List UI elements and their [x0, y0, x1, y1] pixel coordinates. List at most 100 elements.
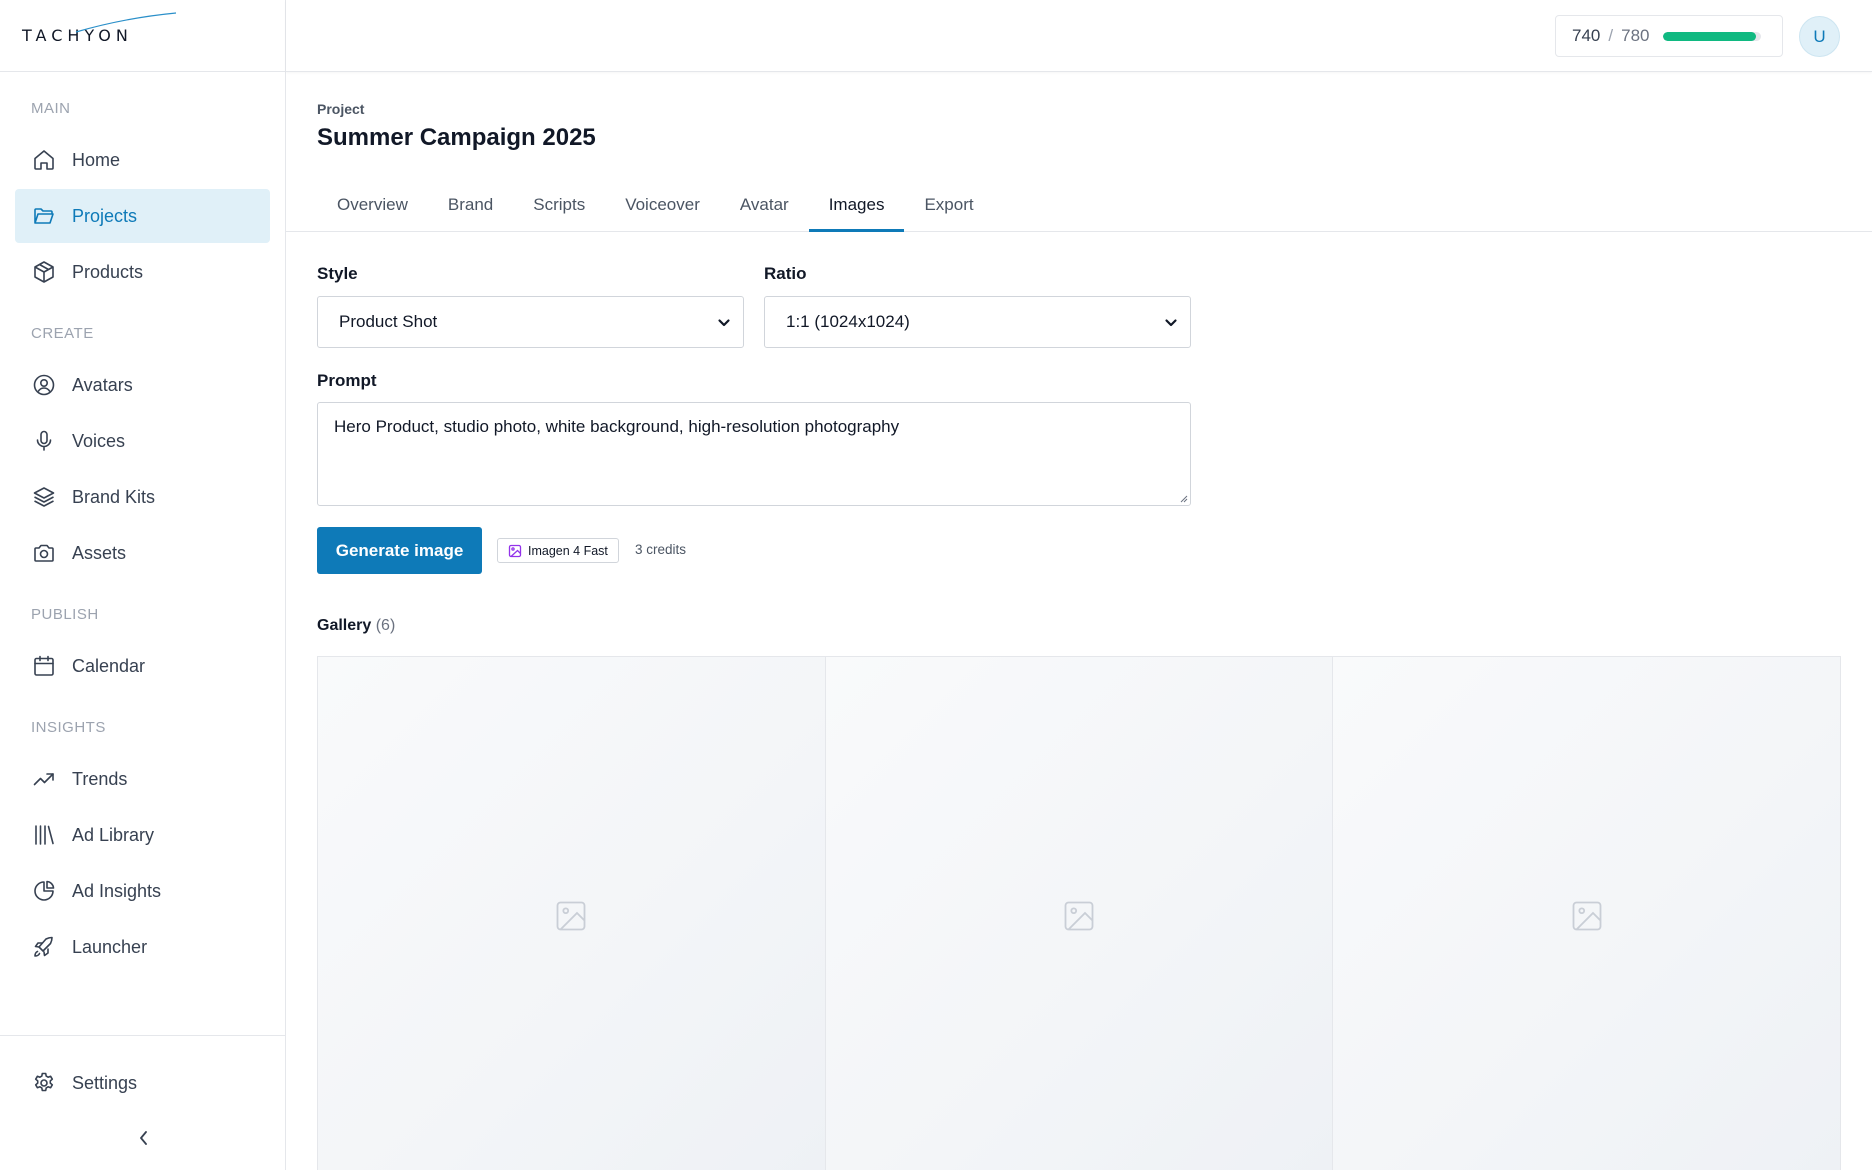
ratio-label: Ratio	[764, 264, 807, 283]
gallery-title-text: Gallery	[317, 617, 372, 634]
sidebar-footer: Settings	[0, 1035, 285, 1170]
sidebar-item-label: Brand Kits	[72, 486, 156, 507]
gallery-count: (6)	[375, 617, 396, 634]
sidebar-item-label: Assets	[72, 542, 127, 563]
nav-group-insights: INSIGHTS Trends Ad Library Ad Insights L…	[0, 717, 285, 974]
collapse-sidebar-button[interactable]	[134, 1128, 154, 1148]
gallery-item[interactable]	[318, 657, 826, 1170]
tab-avatar[interactable]: Avatar	[720, 182, 809, 232]
chevron-left-icon	[140, 1131, 147, 1145]
resize-handle-icon[interactable]	[1178, 493, 1188, 503]
nav-group-publish: PUBLISH Calendar	[0, 604, 285, 693]
chevron-down-icon	[718, 319, 730, 327]
microphone-icon	[31, 428, 57, 454]
sidebar-item-label: Trends	[72, 768, 128, 789]
image-placeholder-icon	[556, 901, 586, 931]
sidebar-item-voices[interactable]: Voices	[15, 414, 270, 468]
sidebar-item-assets[interactable]: Assets	[15, 526, 270, 580]
trending-up-icon	[31, 766, 57, 792]
folder-open-icon	[31, 203, 57, 229]
style-label: Style	[317, 264, 358, 283]
nav-group-create: CREATE Avatars Voices Brand Kits Assets	[0, 323, 285, 580]
logo-swoosh-icon	[75, 12, 177, 33]
rocket-icon	[31, 934, 57, 960]
tab-voiceover[interactable]: Voiceover	[605, 182, 720, 232]
image-icon	[508, 544, 522, 558]
sidebar-item-home[interactable]: Home	[15, 133, 270, 187]
nav-group-main: MAIN Home Projects Products	[0, 98, 285, 299]
sidebar-item-ad-insights[interactable]: Ad Insights	[15, 864, 270, 918]
model-label: Imagen 4 Fast	[528, 543, 608, 558]
project-tabs: Overview Brand Scripts Voiceover Avatar …	[286, 182, 1872, 232]
section-label-main: MAIN	[31, 100, 71, 117]
sidebar-item-avatars[interactable]: Avatars	[15, 358, 270, 412]
sidebar-item-label: Calendar	[72, 655, 146, 676]
sidebar-item-projects[interactable]: Projects	[15, 189, 270, 243]
chevron-down-icon	[1165, 319, 1177, 327]
credits-meter[interactable]: 740 / 780	[1555, 15, 1783, 57]
sidebar-item-products[interactable]: Products	[15, 245, 270, 299]
ratio-select-value: 1:1 (1024x1024)	[786, 312, 910, 331]
credit-cost-label: 3 credits	[635, 542, 687, 557]
home-icon	[31, 147, 57, 173]
credits-used: 740	[1572, 26, 1601, 45]
image-placeholder-icon	[1064, 901, 1094, 931]
page-title: Summer Campaign 2025	[317, 124, 596, 151]
tab-overview[interactable]: Overview	[317, 182, 428, 232]
sidebar-item-label: Settings	[72, 1072, 138, 1093]
gallery-grid	[317, 656, 1841, 1170]
section-label-publish: PUBLISH	[31, 606, 99, 623]
box-icon	[31, 259, 57, 285]
tab-brand[interactable]: Brand	[428, 182, 513, 232]
sidebar-item-settings[interactable]: Settings	[15, 1056, 270, 1110]
model-selector-chip[interactable]: Imagen 4 Fast	[497, 538, 619, 563]
sidebar-item-label: Home	[72, 149, 121, 170]
sidebar-item-label: Ad Library	[72, 824, 155, 845]
prompt-label: Prompt	[317, 371, 377, 390]
sidebar-item-trends[interactable]: Trends	[15, 752, 270, 806]
library-icon	[31, 822, 57, 848]
main-content: Project Summer Campaign 2025 Overview Br…	[286, 72, 1872, 1170]
camera-icon	[31, 540, 57, 566]
style-select[interactable]: Product Shot	[317, 296, 744, 348]
sidebar-item-label: Voices	[72, 430, 126, 451]
sidebar-item-label: Products	[72, 261, 144, 282]
image-placeholder-icon	[1572, 901, 1602, 931]
breadcrumb[interactable]: Project	[317, 101, 364, 117]
section-label-insights: INSIGHTS	[31, 719, 106, 736]
sidebar-item-launcher[interactable]: Launcher	[15, 920, 270, 974]
credits-progress-bar	[1663, 31, 1762, 41]
section-label-create: CREATE	[31, 325, 94, 342]
tab-scripts[interactable]: Scripts	[513, 182, 605, 232]
layers-icon	[31, 484, 57, 510]
gallery-title: Gallery (6)	[317, 617, 395, 635]
sidebar: TACHYON MAIN Home Projects Products CREA…	[0, 0, 286, 1170]
gear-icon	[31, 1070, 57, 1096]
generate-image-button[interactable]: Generate image	[317, 527, 482, 574]
logo[interactable]: TACHYON	[22, 12, 177, 45]
topbar: 740 / 780 U	[286, 0, 1872, 72]
gallery-item[interactable]	[1333, 657, 1841, 1170]
credits-total: 780	[1621, 26, 1650, 45]
sidebar-item-ad-library[interactable]: Ad Library	[15, 808, 270, 862]
sidebar-nav: MAIN Home Projects Products CREATE Avata…	[0, 72, 285, 974]
sidebar-item-calendar[interactable]: Calendar	[15, 639, 270, 693]
app-root: TACHYON MAIN Home Projects Products CREA…	[0, 0, 1872, 1170]
tab-images[interactable]: Images	[808, 182, 905, 232]
ratio-select[interactable]: 1:1 (1024x1024)	[764, 296, 1191, 348]
user-avatar[interactable]: U	[1799, 16, 1840, 57]
credits-separator: /	[1608, 26, 1614, 45]
pie-chart-icon	[31, 878, 57, 904]
credits-progress-fill	[1663, 31, 1757, 41]
sidebar-item-label: Ad Insights	[72, 880, 162, 901]
tab-export[interactable]: Export	[904, 182, 993, 232]
prompt-text: Hero Product, studio photo, white backgr…	[334, 417, 900, 436]
style-select-value: Product Shot	[339, 312, 438, 331]
sidebar-item-brand-kits[interactable]: Brand Kits	[15, 470, 270, 524]
gallery-item[interactable]	[825, 657, 1334, 1170]
prompt-textarea[interactable]: Hero Product, studio photo, white backgr…	[317, 402, 1191, 506]
user-circle-icon	[31, 372, 57, 398]
sidebar-item-label: Launcher	[72, 936, 148, 957]
calendar-icon	[31, 653, 57, 679]
logo-bar: TACHYON	[0, 0, 285, 72]
